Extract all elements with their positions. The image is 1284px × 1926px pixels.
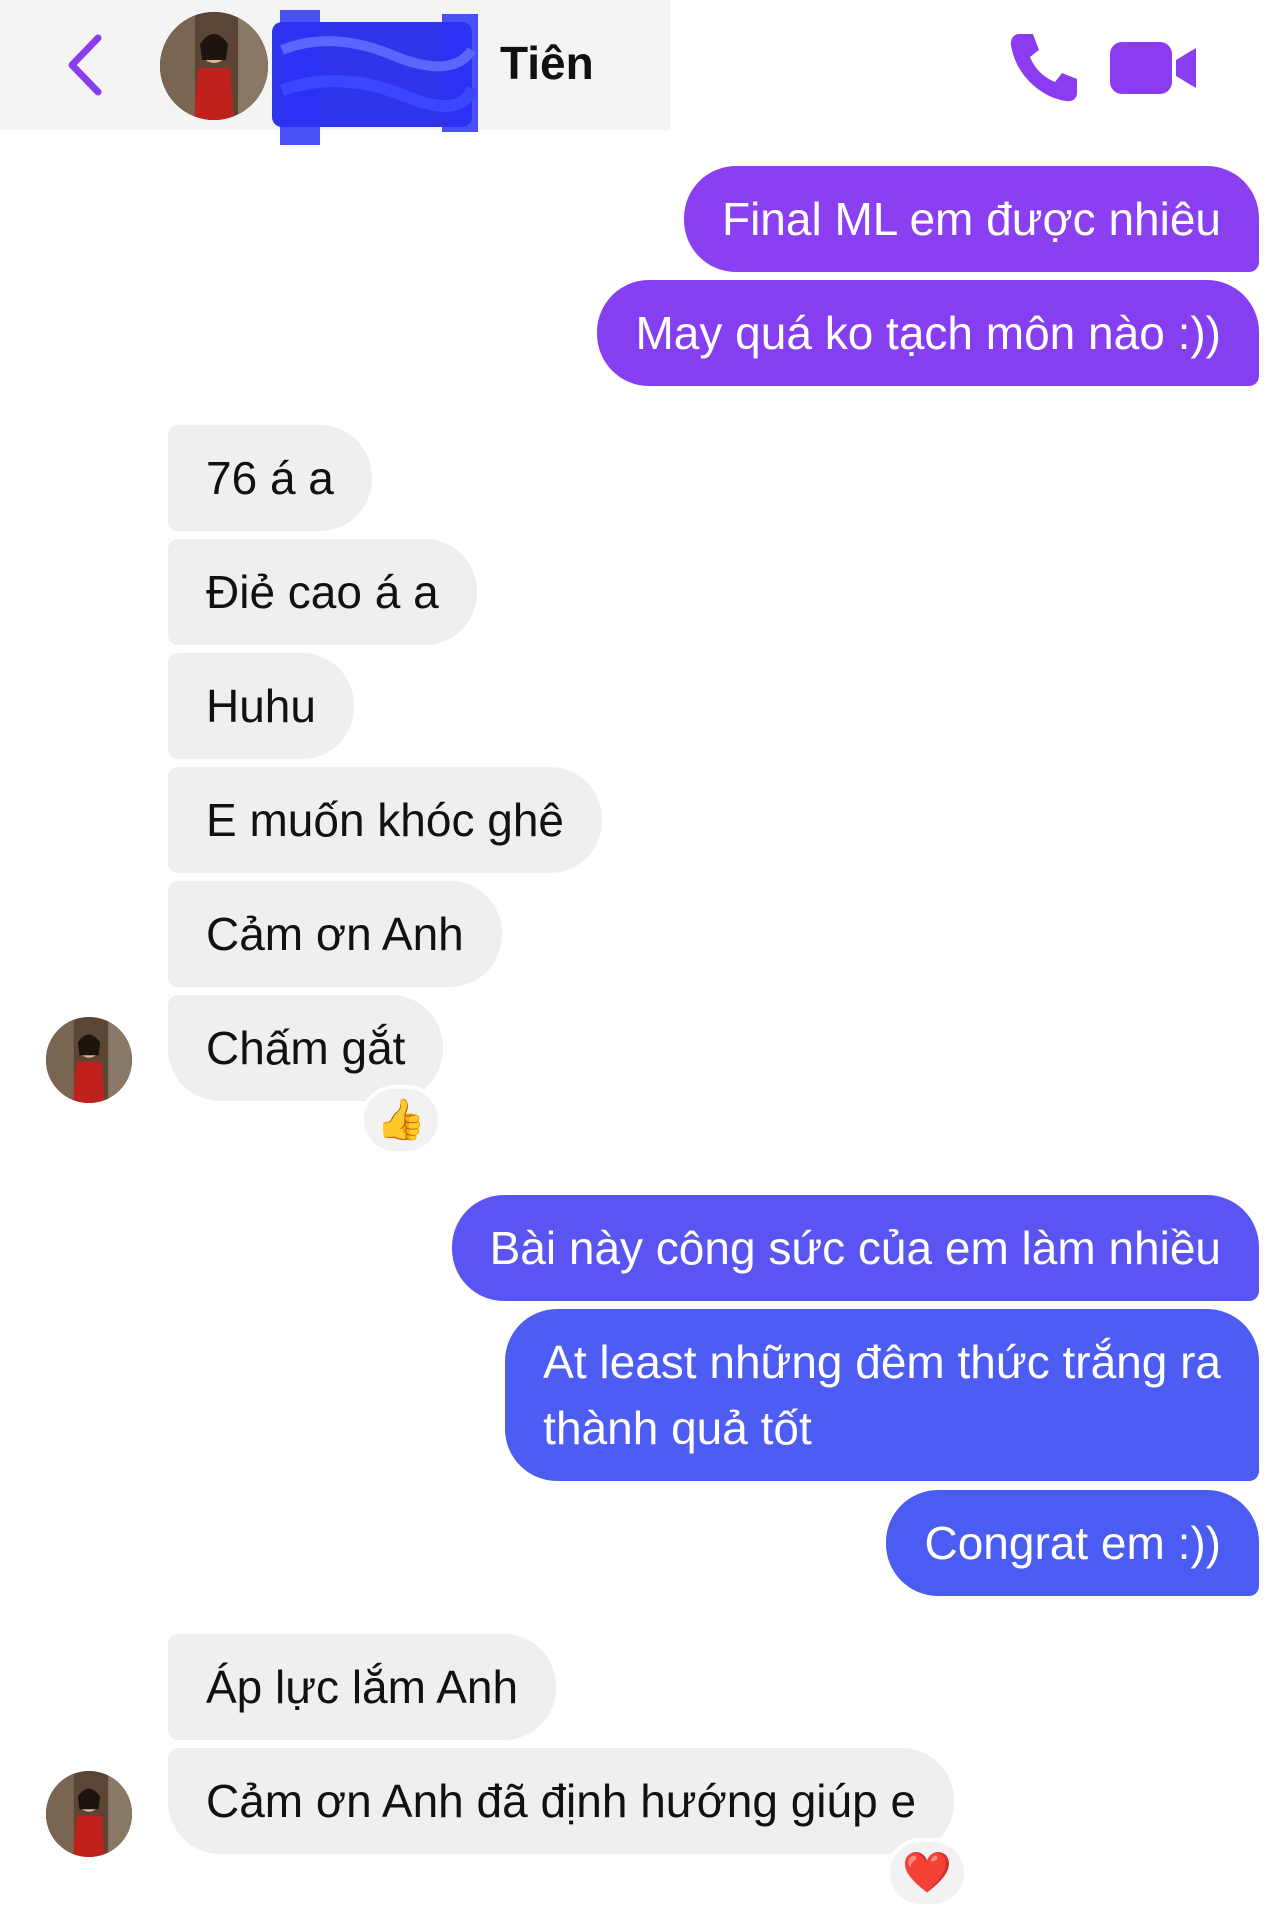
message-line: At least những đêm thức trắng ra (543, 1336, 1221, 1388)
heart-reaction[interactable]: ❤️ (886, 1838, 968, 1908)
video-camera-icon (1110, 42, 1196, 94)
avatar-photo (46, 1771, 132, 1857)
outgoing-message[interactable]: Bài này công sức của em làm nhiều (451, 1195, 1259, 1301)
contact-avatar-small[interactable] (46, 1017, 132, 1103)
contact-avatar[interactable] (160, 12, 268, 120)
contact-avatar-small[interactable] (46, 1771, 132, 1857)
incoming-message[interactable]: Cảm ơn Anh (168, 881, 502, 987)
outgoing-message-multiline[interactable]: At least những đêm thức trắng ra thành q… (505, 1309, 1259, 1481)
back-button[interactable] (62, 30, 112, 100)
incoming-message[interactable]: 76 á a (168, 425, 372, 531)
incoming-message[interactable]: E muốn khóc ghê (168, 767, 603, 873)
incoming-message[interactable]: Cảm ơn Anh đã định hướng giúp e (168, 1748, 955, 1854)
call-button[interactable] (1005, 28, 1083, 106)
avatar-photo (160, 12, 268, 120)
chevron-left-icon (68, 34, 102, 96)
outgoing-message[interactable]: Final ML em được nhiêu (683, 166, 1259, 272)
redaction-scribble (272, 10, 482, 145)
message-line: thành quả tốt (543, 1402, 812, 1454)
contact-name[interactable]: Tiên (500, 36, 594, 90)
outgoing-message[interactable]: Congrat em :)) (886, 1490, 1259, 1596)
avatar-photo (46, 1017, 132, 1103)
phone-icon (1010, 34, 1077, 102)
outgoing-message[interactable]: May quá ko tạch môn nào :)) (597, 280, 1259, 386)
thumbs-up-reaction[interactable]: 👍 (360, 1085, 442, 1155)
chat-header: Tiên (0, 0, 1284, 145)
incoming-message[interactable]: Huhu (168, 653, 354, 759)
incoming-message[interactable]: Điẻ cao á a (168, 539, 477, 645)
incoming-message[interactable]: Áp lực lắm Anh (168, 1634, 557, 1740)
video-call-button[interactable] (1110, 38, 1200, 98)
